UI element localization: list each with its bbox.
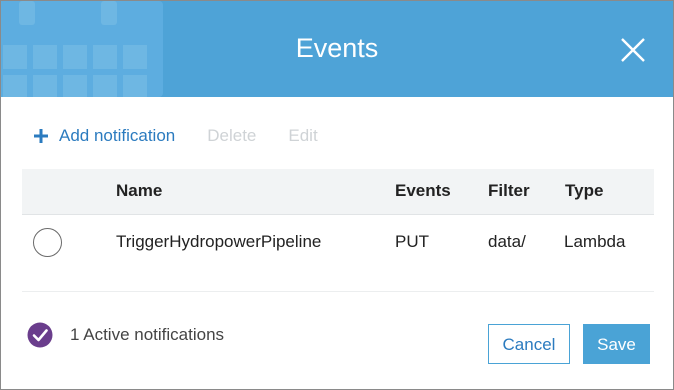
row-select-radio[interactable] [33,228,62,257]
table-row[interactable]: TriggerHydropowerPipeline PUT data/ Lamb… [22,215,654,271]
footer-divider [22,291,654,292]
add-notification-button[interactable]: Add notification [33,126,175,146]
dialog-title: Events [295,33,379,63]
cell-filter: data/ [488,232,526,251]
column-header-events: Events [395,181,451,200]
column-header-type: Type [565,181,604,200]
active-notifications-status: 1 Active notifications [27,322,224,348]
check-circle-icon [27,322,53,348]
plus-icon [34,129,48,143]
notification-toolbar: Add notification Delete Edit [33,125,318,147]
save-button[interactable]: Save [583,324,650,364]
status-text: 1 Active notifications [70,325,225,344]
delete-button[interactable]: Delete [207,126,256,146]
cell-type: Lambda [564,232,626,251]
column-header-filter: Filter [488,181,530,200]
notifications-table: Name Events Filter Type TriggerHydropowe… [22,169,654,271]
cell-name: TriggerHydropowerPipeline [116,232,322,251]
dialog-header: Events [1,1,673,97]
cancel-button[interactable]: Cancel [488,324,570,364]
close-icon[interactable] [618,35,648,65]
cell-events: PUT [395,232,429,251]
add-notification-label: Add notification [59,126,176,145]
column-header-name: Name [116,181,163,200]
table-header: Name Events Filter Type [22,169,654,215]
edit-button[interactable]: Edit [288,126,317,146]
events-dialog: Events Add notification Delete Edit Name… [0,0,674,390]
